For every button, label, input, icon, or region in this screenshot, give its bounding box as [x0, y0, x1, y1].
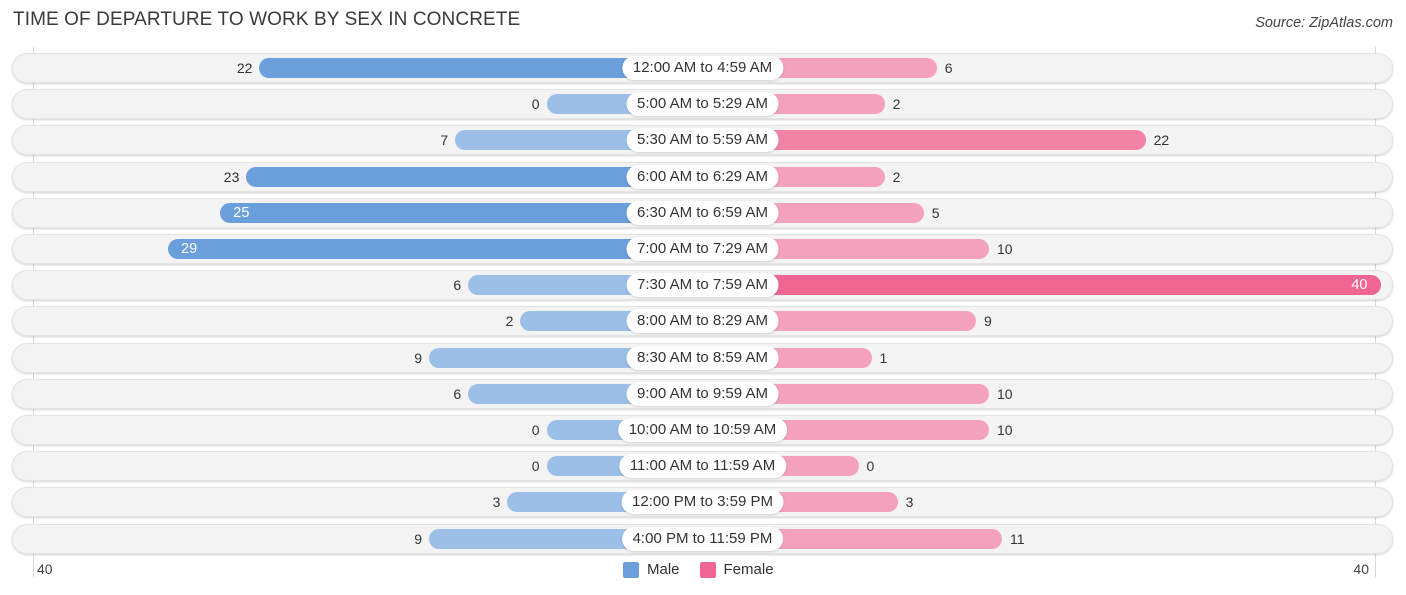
value-label-female: 10 [997, 422, 1013, 438]
category-label: 11:00 AM to 11:59 AM [618, 454, 787, 479]
value-label-male: 6 [453, 277, 462, 294]
category-label: 8:30 AM to 8:59 AM [626, 345, 779, 370]
bar-female[interactable] [702, 275, 1381, 296]
axis-tick-right: 40 [1353, 561, 1369, 577]
value-label-male: 0 [531, 96, 540, 113]
legend-label-male: Male [647, 561, 680, 578]
value-label-male: 25 [233, 204, 250, 221]
category-label: 12:00 PM to 3:59 PM [621, 490, 784, 515]
category-label: 7:30 AM to 7:59 AM [626, 273, 779, 298]
bar-male[interactable] [168, 239, 703, 259]
value-label-female: 22 [1153, 132, 1170, 149]
value-label-female: 5 [931, 204, 940, 221]
value-label-male: 29 [181, 241, 198, 257]
value-label-female: 1 [879, 349, 888, 366]
category-label: 5:00 AM to 5:29 AM [626, 92, 779, 117]
value-label-male: 6 [453, 385, 462, 402]
category-label: 4:00 PM to 11:59 PM [621, 526, 784, 551]
legend: Male Female [623, 561, 794, 578]
value-label-female: 3 [905, 494, 914, 511]
value-label-female: 40 [1351, 277, 1368, 294]
category-label: 7:00 AM to 7:29 AM [626, 237, 779, 261]
value-label-female: 10 [997, 385, 1013, 402]
category-label: 10:00 AM to 10:59 AM [617, 418, 788, 442]
value-label-female: 2 [892, 168, 901, 185]
axis-tick-left: 40 [37, 561, 53, 577]
value-label-male: 9 [414, 349, 423, 366]
value-label-male: 22 [236, 60, 253, 76]
value-label-female: 9 [983, 313, 992, 330]
legend-swatch-female [699, 561, 716, 578]
value-label-male: 9 [414, 530, 423, 547]
category-label: 9:00 AM to 9:59 AM [626, 381, 779, 406]
value-label-female: 6 [944, 60, 953, 76]
chart-title: TIME OF DEPARTURE TO WORK BY SEX IN CONC… [13, 9, 521, 30]
category-label: 12:00 AM to 4:59 AM [621, 56, 784, 80]
value-label-female: 11 [1010, 530, 1025, 547]
value-label-male: 2 [505, 313, 514, 330]
category-label: 6:00 AM to 6:29 AM [626, 164, 779, 189]
legend-swatch-male [623, 561, 639, 578]
value-label-male: 23 [223, 168, 240, 185]
category-label: 5:30 AM to 5:59 AM [626, 128, 779, 153]
value-label-male: 7 [440, 132, 449, 149]
category-label: 8:00 AM to 8:29 AM [626, 309, 779, 334]
legend-label-female: Female [723, 561, 774, 578]
source-label: Source: ZipAtlas.com [1255, 15, 1393, 31]
value-label-male: 0 [531, 458, 540, 475]
legend-item-female[interactable]: Female [699, 561, 774, 578]
legend-item-male[interactable]: Male [623, 561, 680, 578]
value-label-female: 0 [866, 458, 875, 475]
category-label: 6:30 AM to 6:59 AM [626, 200, 779, 225]
value-label-male: 3 [492, 494, 501, 511]
value-label-male: 0 [531, 422, 540, 438]
value-label-female: 2 [892, 96, 901, 113]
value-label-female: 10 [997, 241, 1013, 257]
